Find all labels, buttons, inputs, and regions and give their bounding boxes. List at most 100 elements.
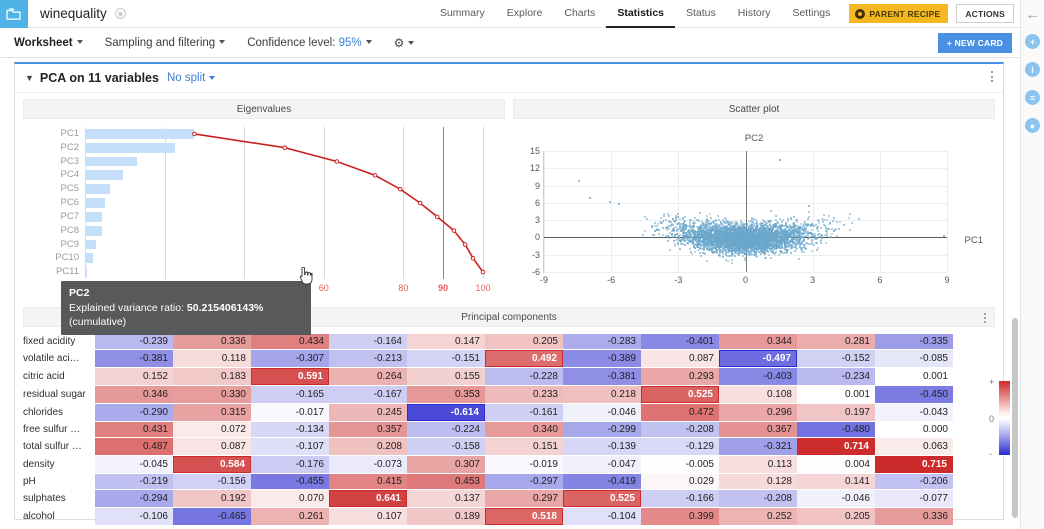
heatmap-cell[interactable]: -0.419 — [563, 474, 641, 489]
heatmap-cell[interactable]: -0.389 — [563, 350, 641, 367]
eigenvalues-chart[interactable]: PC1PC2PC3PC4PC5PC6PC7PC8PC9PC10PC11 0204… — [23, 119, 505, 335]
heatmap-cell[interactable]: 0.293 — [641, 368, 719, 385]
heatmap-cell[interactable]: 0.205 — [485, 334, 563, 349]
heatmap-cell[interactable]: -0.077 — [875, 490, 953, 507]
heatmap-cell[interactable]: -0.297 — [485, 474, 563, 489]
heatmap-cell[interactable]: -0.228 — [485, 368, 563, 385]
heatmap-cell[interactable]: -0.134 — [251, 422, 329, 437]
heatmap-cell[interactable]: -0.104 — [563, 508, 641, 525]
heatmap-cell[interactable]: -0.046 — [563, 404, 641, 421]
heatmap-cell[interactable]: -0.480 — [797, 422, 875, 437]
confidence-level-dropdown[interactable]: Confidence level: 95% — [247, 37, 372, 49]
chevron-down-icon[interactable]: ▼ — [25, 73, 34, 83]
heatmap-cell[interactable]: -0.206 — [875, 474, 953, 489]
worksheet-dropdown[interactable]: Worksheet — [14, 37, 83, 49]
heatmap-cell[interactable]: 0.113 — [719, 456, 797, 473]
scatter-chart[interactable]: PC2 -9 -6 -3 0 3 6 9 -6 -3 0 3 6 9 12 15 PC1 — [513, 119, 995, 301]
heatmap-cell[interactable]: 0.141 — [797, 474, 875, 489]
heatmap-cell[interactable]: 0.518 — [485, 508, 563, 525]
sampling-filtering-dropdown[interactable]: Sampling and filtering — [105, 37, 226, 49]
no-split-dropdown[interactable]: No split — [167, 72, 216, 84]
heatmap-cell[interactable]: -0.043 — [875, 404, 953, 421]
heatmap-cell[interactable]: -0.381 — [95, 350, 173, 367]
heatmap-cell[interactable]: 0.107 — [329, 508, 407, 525]
heatmap-cell[interactable]: 0.330 — [173, 386, 251, 403]
heatmap-cell[interactable]: -0.139 — [563, 438, 641, 455]
heatmap-cell[interactable]: 0.415 — [329, 474, 407, 489]
heatmap-cell[interactable]: -0.497 — [719, 350, 797, 367]
heatmap-cell[interactable]: 0.715 — [875, 456, 953, 473]
heatmap-cell[interactable]: -0.166 — [641, 490, 719, 507]
tab-status[interactable]: Status — [675, 0, 727, 28]
heatmap-cell[interactable]: 0.151 — [485, 438, 563, 455]
heatmap-cell[interactable]: 0.001 — [875, 368, 953, 385]
heatmap-cell[interactable]: 0.487 — [95, 438, 173, 455]
heatmap-cell[interactable]: 0.584 — [173, 456, 251, 473]
heatmap-cell[interactable]: -0.294 — [95, 490, 173, 507]
heatmap-cell[interactable]: -0.465 — [173, 508, 251, 525]
heatmap-cell[interactable]: -0.161 — [485, 404, 563, 421]
heatmap-cell[interactable]: 0.307 — [407, 456, 485, 473]
heatmap-cell[interactable]: -0.239 — [95, 334, 173, 349]
heatmap-cell[interactable]: -0.335 — [875, 334, 953, 349]
heatmap-cell[interactable]: -0.213 — [329, 350, 407, 367]
heatmap-cell[interactable]: -0.176 — [251, 456, 329, 473]
heatmap-cell[interactable]: 0.208 — [329, 438, 407, 455]
heatmap-cell[interactable]: 0.346 — [95, 386, 173, 403]
heatmap-cell[interactable]: 0.128 — [719, 474, 797, 489]
new-card-button[interactable]: + NEW CARD — [937, 32, 1012, 53]
heatmap-cell[interactable]: -0.381 — [563, 368, 641, 385]
heatmap-cell[interactable]: 0.340 — [485, 422, 563, 437]
heatmap-cell[interactable]: -0.019 — [485, 456, 563, 473]
heatmap-cell[interactable]: -0.283 — [563, 334, 641, 349]
heatmap-cell[interactable]: 0.108 — [719, 386, 797, 403]
heatmap-cell[interactable]: -0.224 — [407, 422, 485, 437]
heatmap-cell[interactable]: -0.005 — [641, 456, 719, 473]
heatmap-cell[interactable]: 0.029 — [641, 474, 719, 489]
tab-statistics[interactable]: Statistics — [606, 0, 675, 28]
heatmap-cell[interactable]: -0.045 — [95, 456, 173, 473]
tab-history[interactable]: History — [727, 0, 782, 28]
comment-icon[interactable]: ● — [1025, 118, 1040, 133]
heatmap-cell[interactable]: -0.165 — [251, 386, 329, 403]
heatmap-cell[interactable]: 0.197 — [797, 404, 875, 421]
tab-summary[interactable]: Summary — [429, 0, 496, 28]
heatmap-cell[interactable]: -0.085 — [875, 350, 953, 367]
heatmap-cell[interactable]: -0.401 — [641, 334, 719, 349]
heatmap-cell[interactable]: 0.147 — [407, 334, 485, 349]
heatmap-cell[interactable]: -0.151 — [407, 350, 485, 367]
heatmap-cell[interactable]: -0.208 — [719, 490, 797, 507]
heatmap-cell[interactable]: 0.245 — [329, 404, 407, 421]
heatmap-cell[interactable]: 0.001 — [797, 386, 875, 403]
heatmap-cell[interactable]: 0.000 — [875, 422, 953, 437]
heatmap-cell[interactable]: 0.336 — [875, 508, 953, 525]
heatmap-cell[interactable]: 0.252 — [719, 508, 797, 525]
heatmap-cell[interactable]: 0.063 — [875, 438, 953, 455]
tab-settings[interactable]: Settings — [781, 0, 841, 28]
heatmap-cell[interactable]: 0.070 — [251, 490, 329, 507]
heatmap-cell[interactable]: 0.472 — [641, 404, 719, 421]
heatmap-cell[interactable]: -0.046 — [797, 490, 875, 507]
heatmap-cell[interactable]: 0.641 — [329, 490, 407, 507]
heatmap-cell[interactable]: -0.450 — [875, 386, 953, 403]
heatmap-cell[interactable]: 0.261 — [251, 508, 329, 525]
heatmap-cell[interactable]: -0.208 — [641, 422, 719, 437]
heatmap-cell[interactable]: 0.315 — [173, 404, 251, 421]
heatmap-cell[interactable]: 0.367 — [719, 422, 797, 437]
heatmap-cell[interactable]: 0.353 — [407, 386, 485, 403]
back-arrow-icon[interactable]: ← — [1025, 6, 1040, 22]
heatmap-cell[interactable]: 0.205 — [797, 508, 875, 525]
heatmap-cell[interactable]: 0.137 — [407, 490, 485, 507]
heatmap-cell[interactable]: -0.403 — [719, 368, 797, 385]
heatmap-cell[interactable]: 0.525 — [641, 386, 719, 403]
heatmap-cell[interactable]: 0.344 — [719, 334, 797, 349]
heatmap-cell[interactable]: 0.004 — [797, 456, 875, 473]
heatmap-cell[interactable]: -0.107 — [251, 438, 329, 455]
heatmap-cell[interactable]: 0.434 — [251, 334, 329, 349]
heatmap-cell[interactable]: -0.164 — [329, 334, 407, 349]
heatmap-cell[interactable]: -0.106 — [95, 508, 173, 525]
heatmap-cell[interactable]: 0.118 — [173, 350, 251, 367]
heatmap-cell[interactable]: 0.281 — [797, 334, 875, 349]
heatmap-cell[interactable]: 0.218 — [563, 386, 641, 403]
heatmap-cell[interactable]: -0.017 — [251, 404, 329, 421]
